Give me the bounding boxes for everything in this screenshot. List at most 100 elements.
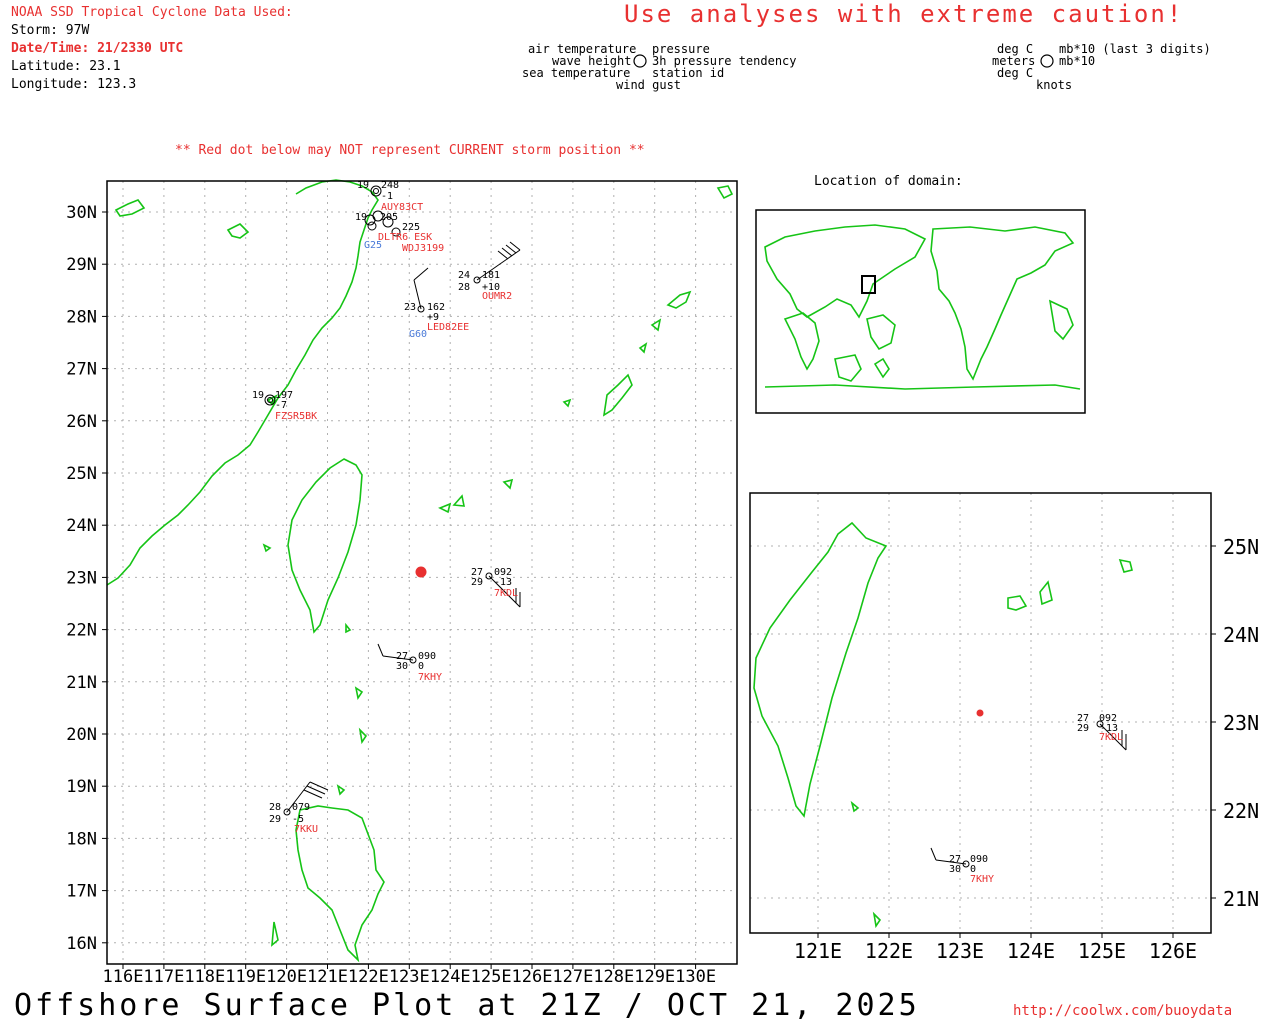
storm-label: Storm: 97W xyxy=(11,23,90,38)
legend-mb2: mb*10 xyxy=(1059,54,1096,68)
station-7khy-zoom: 27 090 30 0 7KHY xyxy=(930,847,994,885)
station-pressure: 181 xyxy=(482,270,500,281)
lat-label-24N: 24N xyxy=(66,516,97,536)
main-map: 30N 29N 28N 27N 26N 25N 24N 23N 22N 21N 20N 19N 18N 1… xyxy=(66,179,738,987)
source-url-link[interactable]: http://coolwx.com/buoydata xyxy=(1013,1003,1232,1019)
station-oumr2: 24 181 28 +10 OUMR2 xyxy=(458,241,521,302)
lon-label-126E: 126E xyxy=(512,967,553,987)
station-tendency: -7 xyxy=(275,400,287,411)
station-sea-temp: 29 xyxy=(269,814,281,825)
zoom-lon-label-122E: 122E xyxy=(865,939,913,963)
station-id: FZSR5BK xyxy=(275,411,317,422)
lon-label-125E: 125E xyxy=(471,967,512,987)
lat-label-27N: 27N xyxy=(66,360,97,380)
lat-label-26N: 26N xyxy=(66,412,97,432)
svg-text:29: 29 xyxy=(1077,723,1089,734)
station-id: WDJ3199 xyxy=(402,243,444,254)
station-air-temp: 19 xyxy=(355,212,367,223)
lon-label-124E: 124E xyxy=(430,967,471,987)
station-pressure: 205 xyxy=(380,212,398,223)
station-7kku: 28 079 29 -5 7KKU xyxy=(269,781,329,835)
lon-label-116E: 116E xyxy=(103,967,144,987)
station-id: OUMR2 xyxy=(482,291,512,302)
station-id: 7KHY xyxy=(418,672,442,683)
lon-label-121E: 121E xyxy=(307,967,348,987)
source-label: NOAA SSD Tropical Cyclone Data Used: xyxy=(11,5,293,20)
zoom-lon-label-125E: 125E xyxy=(1078,939,1126,963)
station-id: G60 xyxy=(409,329,427,340)
zoom-map-coastline xyxy=(753,521,1133,929)
station-air-temp: 24 xyxy=(458,270,470,281)
zoom-map: 25N24N23N22N21N121E 122E 123E 124E 125E 126E … xyxy=(749,492,1259,963)
station-id: 7KKU xyxy=(294,824,318,835)
latitude-label: Latitude: 23.1 xyxy=(11,59,121,74)
station-id: 7KDL xyxy=(494,588,518,599)
legend-wind-gust: wind gust xyxy=(616,78,682,92)
lat-label-29N: 29N xyxy=(66,255,97,275)
zoom-lon-label-121E: 121E xyxy=(794,939,842,963)
datetime-label: Date/Time: 21/2330 UTC xyxy=(11,41,184,56)
zoom-lat-label-21N: 21N xyxy=(1223,887,1259,911)
svg-text:7KHY: 7KHY xyxy=(970,874,994,885)
lat-label-17N: 17N xyxy=(66,882,97,902)
zoom-lon-label-123E: 123E xyxy=(936,939,984,963)
lon-label-117E: 117E xyxy=(143,967,184,987)
lat-label-21N: 21N xyxy=(66,673,97,693)
lat-label-16N: 16N xyxy=(66,934,97,954)
red-dot-note: ** Red dot below may NOT represent CURRE… xyxy=(175,143,645,158)
station-pressure: 079 xyxy=(292,802,310,813)
zoom-lon-label-124E: 124E xyxy=(1007,939,1055,963)
lat-label-23N: 23N xyxy=(66,568,97,588)
station-tendency: 0 xyxy=(418,661,424,672)
lon-label-127E: 127E xyxy=(552,967,593,987)
station-sea-temp: 29 xyxy=(471,577,483,588)
lon-label-120E: 120E xyxy=(266,967,307,987)
station-id: LED82EE xyxy=(427,322,469,333)
caution-banner: Use analyses with extreme caution! xyxy=(624,0,1184,28)
station-7khy: 27 090 30 0 7KHY xyxy=(377,643,442,683)
zoom-lat-label-22N: 22N xyxy=(1223,799,1259,823)
station-sea-temp: 28 xyxy=(458,282,470,293)
storm-position-dot-zoom xyxy=(976,709,984,717)
station-fzsr5bk: 19 197 -7 FZSR5BK xyxy=(252,390,317,422)
legend-sea-temp: sea temperature xyxy=(522,66,631,80)
legend-knots: knots xyxy=(1036,78,1073,92)
location-of-domain-label: Location of domain: xyxy=(814,174,963,189)
lat-label-20N: 20N xyxy=(66,725,97,745)
legend-deg-c-2: deg C xyxy=(997,66,1034,80)
lat-label-22N: 22N xyxy=(66,621,97,641)
station-air-temp: 19 xyxy=(357,180,369,191)
station-circle-icon xyxy=(633,54,647,68)
lon-label-118E: 118E xyxy=(184,967,225,987)
lat-label-28N: 28N xyxy=(66,307,97,327)
svg-text:7KDL: 7KDL xyxy=(1099,732,1123,743)
lon-label-128E: 128E xyxy=(593,967,634,987)
units-circle-icon xyxy=(1040,54,1054,68)
lon-label-129E: 129E xyxy=(634,967,675,987)
station-tendency: -1 xyxy=(381,191,393,202)
station-7kdl: 27 092 29 -13 7KDL xyxy=(471,567,521,608)
lat-label-25N: 25N xyxy=(66,464,97,484)
station-id: DLTR6 ESK xyxy=(378,232,432,243)
longitude-label: Longitude: 123.3 xyxy=(11,77,137,92)
station-air-temp: 28 xyxy=(269,802,281,813)
station-air-temp: 23 xyxy=(404,302,416,313)
station-pressure: 248 xyxy=(381,180,399,191)
station-id: G25 xyxy=(364,240,382,251)
lat-label-18N: 18N xyxy=(66,829,97,849)
storm-position-dot xyxy=(415,566,427,578)
station-sea-temp: 30 xyxy=(396,661,408,672)
lat-label-30N: 30N xyxy=(66,203,97,223)
lat-label-19N: 19N xyxy=(66,777,97,797)
lon-label-119E: 119E xyxy=(225,967,266,987)
lon-label-130E: 130E xyxy=(675,967,716,987)
zoom-lat-label-24N: 24N xyxy=(1223,623,1259,647)
station-pressure: 225 xyxy=(402,222,420,233)
station-7kdl-zoom: 27 092 29 -13 7KDL xyxy=(1077,713,1127,751)
lon-label-122E: 122E xyxy=(348,967,389,987)
svg-text:30: 30 xyxy=(949,864,961,875)
lon-label-123E: 123E xyxy=(389,967,430,987)
zoom-lon-label-126E: 126E xyxy=(1149,939,1197,963)
world-locator-map xyxy=(755,209,1086,414)
zoom-lat-label-25N: 25N xyxy=(1223,535,1259,559)
